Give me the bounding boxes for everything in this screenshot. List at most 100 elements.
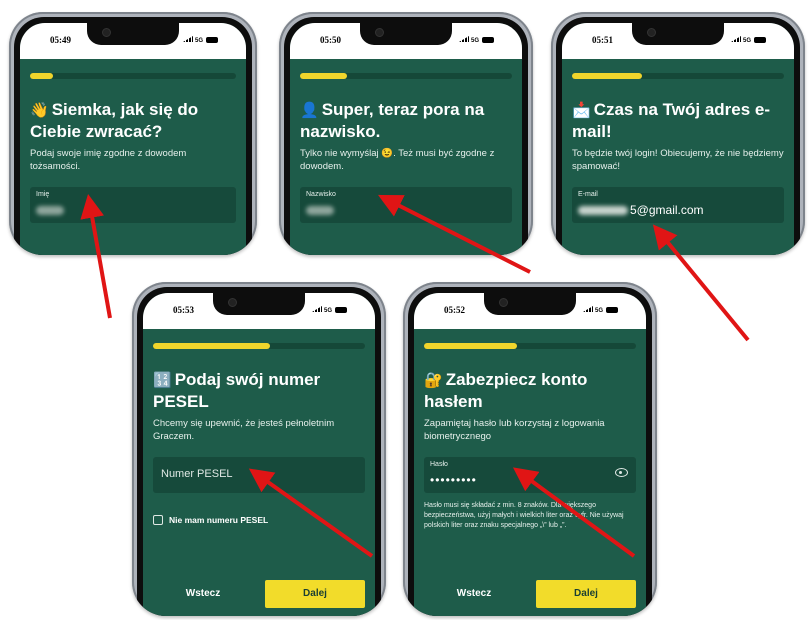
waving-hand-icon: 👋 xyxy=(30,102,49,119)
phone-surname-step: 05:50 5G 👤 Super, teraz pora na nazwisko.… xyxy=(279,12,533,255)
progress-bar xyxy=(424,343,636,349)
network-label: 5G xyxy=(742,38,751,44)
envelope-icon: 📩 xyxy=(572,102,591,119)
page-title-text: Podaj swój numer PESEL xyxy=(153,370,321,411)
status-time: 05:50 xyxy=(320,35,341,45)
password-field[interactable]: Hasło ••••••••• xyxy=(424,457,636,493)
progress-fill xyxy=(153,343,270,349)
network-label: 5G xyxy=(323,308,332,314)
page-title: 🔢 Podaj swój numer PESEL xyxy=(153,369,369,412)
page-title: 👤 Super, teraz pora na nazwisko. xyxy=(300,99,516,142)
field-label: E-mail xyxy=(578,191,598,198)
signal-icon xyxy=(730,36,741,42)
field-label: Imię xyxy=(36,191,50,198)
progress-fill xyxy=(300,73,347,79)
status-time: 05:49 xyxy=(50,35,71,45)
page-subtitle: Podaj swoje imię zgodne z dowodem tożsam… xyxy=(30,148,187,172)
progress-bar xyxy=(300,73,512,79)
progress-bar xyxy=(153,343,365,349)
page-title: 📩 Czas na Twój adres e-mail! xyxy=(572,99,788,142)
email-field[interactable]: E-mail 5@gmail.com xyxy=(572,187,784,223)
progress-bar xyxy=(30,73,236,79)
status-time: 05:53 xyxy=(173,305,194,315)
person-icon: 👤 xyxy=(300,102,319,119)
screen-name-step: 05:49 5G 👋 Siemka, jak się do Ciebie zwra… xyxy=(20,23,246,255)
notch xyxy=(360,23,452,45)
signal-icon xyxy=(311,306,322,312)
camera-icon xyxy=(375,28,384,37)
page-subtitle: To będzie twój login! Obiecujemy, że nie… xyxy=(572,148,784,172)
blurred-value xyxy=(306,203,334,217)
network-label: 5G xyxy=(594,308,603,314)
page-subtitle: Zapamiętaj hasło lub korzystaj z logowan… xyxy=(424,418,605,442)
signal-icon xyxy=(582,306,593,312)
back-button[interactable]: Wstecz xyxy=(424,580,524,608)
camera-icon xyxy=(647,28,656,37)
status-bar: 05:52 5G xyxy=(414,293,646,329)
status-bar: 05:49 5G xyxy=(20,23,246,59)
notch xyxy=(87,23,179,45)
checkbox-label: Nie mam numeru PESEL xyxy=(169,515,269,525)
camera-icon xyxy=(102,28,111,37)
status-icons: 5G xyxy=(730,36,766,44)
page-subtitle: Chcemy się upewnić, że jesteś pełnoletni… xyxy=(153,418,335,442)
numbers-icon: 🔢 xyxy=(153,372,172,389)
battery-icon xyxy=(754,37,766,43)
no-pesel-checkbox[interactable]: Nie mam numeru PESEL xyxy=(153,515,268,525)
surname-field[interactable]: Nazwisko xyxy=(300,187,512,223)
lock-icon: 🔐 xyxy=(424,372,443,389)
page-subtitle: Tylko nie wymyślaj 😉. Też musi być zgodn… xyxy=(300,148,495,172)
notch xyxy=(632,23,724,45)
status-bar: 05:50 5G xyxy=(290,23,522,59)
page-title: 👋 Siemka, jak się do Ciebie zwracać? xyxy=(30,99,240,142)
screen-email-step: 05:51 5G 📩 Czas na Twój adres e-mail! To … xyxy=(562,23,794,255)
network-label: 5G xyxy=(194,38,203,44)
battery-icon xyxy=(206,37,218,43)
page-title-text: Siemka, jak się do Ciebie zwracać? xyxy=(30,100,199,141)
field-label: Hasło xyxy=(430,461,448,468)
network-label: 5G xyxy=(470,38,479,44)
password-dots: ••••••••• xyxy=(430,473,477,487)
pesel-placeholder: Numer PESEL xyxy=(161,468,233,480)
checkbox-icon[interactable] xyxy=(153,515,163,525)
screen-surname-step: 05:50 5G 👤 Super, teraz pora na nazwisko.… xyxy=(290,23,522,255)
progress-fill xyxy=(30,73,53,79)
notch xyxy=(213,293,305,315)
battery-icon xyxy=(606,307,618,313)
next-button[interactable]: Dalej xyxy=(536,580,636,608)
page-title: 🔐 Zabezpiecz konto hasłem xyxy=(424,369,640,412)
phone-name-step: 05:49 5G 👋 Siemka, jak się do Ciebie zwra… xyxy=(9,12,257,255)
password-hint: Hasło musi się składać z min. 8 znaków. … xyxy=(424,502,624,529)
page-title-text: Super, teraz pora na nazwisko. xyxy=(300,100,485,141)
eye-icon[interactable] xyxy=(615,468,628,477)
status-icons: 5G xyxy=(458,36,494,44)
status-icons: 5G xyxy=(311,306,347,314)
first-name-field[interactable]: Imię xyxy=(30,187,236,223)
phone-email-step: 05:51 5G 📩 Czas na Twój adres e-mail! To … xyxy=(551,12,805,255)
camera-icon xyxy=(228,298,237,307)
pesel-input[interactable]: Numer PESEL xyxy=(153,457,365,493)
page-title-text: Zabezpiecz konto hasłem xyxy=(424,370,588,411)
phone-password-step: 05:52 5G 🔐 Zabezpiecz konto hasłem Zapami… xyxy=(403,282,657,616)
progress-fill xyxy=(424,343,518,349)
notch xyxy=(484,293,576,315)
screen-password-step: 05:52 5G 🔐 Zabezpiecz konto hasłem Zapami… xyxy=(414,293,646,616)
battery-icon xyxy=(482,37,494,43)
status-bar: 05:53 5G xyxy=(143,293,375,329)
status-time: 05:52 xyxy=(444,305,465,315)
field-label: Nazwisko xyxy=(306,191,336,198)
email-value: 5@gmail.com xyxy=(630,203,704,217)
back-button[interactable]: Wstecz xyxy=(153,580,253,608)
phone-pesel-step: 05:53 5G 🔢 Podaj swój numer PESEL Chcemy … xyxy=(132,282,386,616)
signal-icon xyxy=(458,36,469,42)
blurred-value xyxy=(36,203,64,217)
battery-icon xyxy=(335,307,347,313)
signal-icon xyxy=(182,36,193,42)
progress-bar xyxy=(572,73,784,79)
next-button[interactable]: Dalej xyxy=(265,580,365,608)
field-value: 5@gmail.com xyxy=(578,203,704,217)
screen-pesel-step: 05:53 5G 🔢 Podaj swój numer PESEL Chcemy … xyxy=(143,293,375,616)
status-time: 05:51 xyxy=(592,35,613,45)
progress-fill xyxy=(572,73,642,79)
camera-icon xyxy=(499,298,508,307)
